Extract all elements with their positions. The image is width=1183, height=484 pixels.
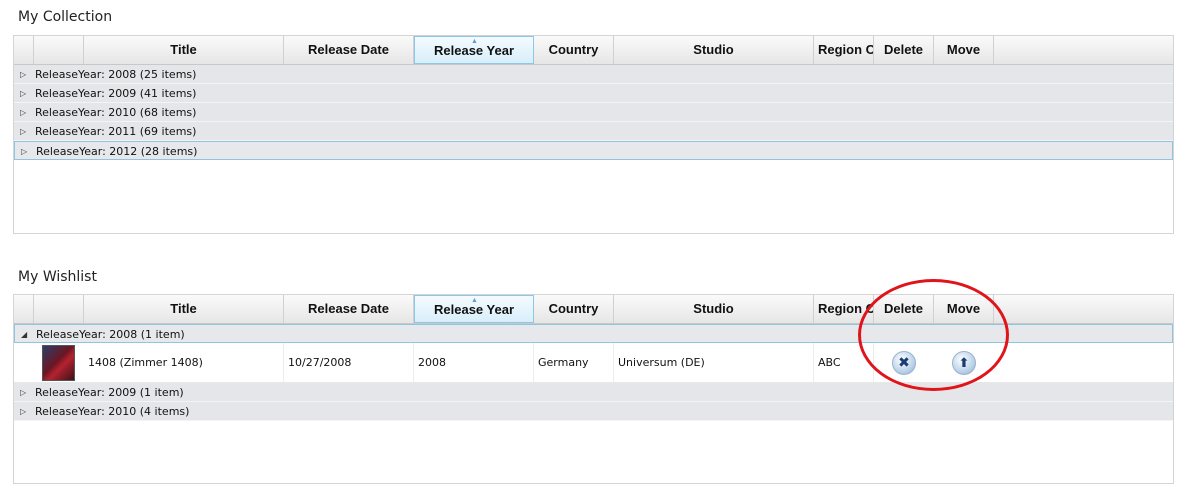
- collection-title: My Collection: [18, 9, 113, 25]
- column-header-region[interactable]: Region C: [814, 295, 874, 323]
- cell-studio: Universum (DE): [614, 343, 814, 383]
- expand-triangle-icon[interactable]: ▷: [20, 122, 26, 141]
- collection-grid: Title Release Date ▲ Release Year Countr…: [13, 35, 1174, 234]
- collection-header: Title Release Date ▲ Release Year Countr…: [14, 36, 1173, 65]
- header-image-cell: [34, 36, 84, 64]
- group-row-selected[interactable]: ▷ ReleaseYear: 2012 (28 items): [14, 141, 1173, 160]
- column-header-release-date[interactable]: Release Date: [284, 36, 414, 64]
- column-header-studio[interactable]: Studio: [614, 36, 814, 64]
- group-label: ReleaseYear: 2008 (25 items): [35, 68, 197, 81]
- movie-cover-thumbnail: [42, 345, 75, 381]
- group-label: ReleaseYear: 2009 (41 items): [35, 87, 197, 100]
- group-label: ReleaseYear: 2010 (4 items): [35, 405, 190, 418]
- group-label: ReleaseYear: 2009 (1 item): [35, 386, 184, 399]
- column-header-country[interactable]: Country: [534, 36, 614, 64]
- group-label: ReleaseYear: 2011 (69 items): [35, 125, 197, 138]
- delete-x-icon: ✖: [898, 355, 910, 371]
- column-header-region[interactable]: Region C: [814, 36, 874, 64]
- header-image-cell: [34, 295, 84, 323]
- expand-triangle-icon[interactable]: ▷: [20, 103, 26, 122]
- column-header-title[interactable]: Title: [84, 295, 284, 323]
- header-indent-cell: [14, 295, 34, 323]
- column-header-delete[interactable]: Delete: [874, 295, 934, 323]
- group-label: ReleaseYear: 2012 (28 items): [36, 145, 198, 158]
- expand-triangle-icon[interactable]: ▷: [21, 142, 27, 161]
- column-header-title[interactable]: Title: [84, 36, 284, 64]
- group-row[interactable]: ▷ ReleaseYear: 2008 (25 items): [14, 65, 1173, 84]
- cell-region: ABC: [814, 343, 874, 383]
- cell-release-date: 10/27/2008: [284, 343, 414, 383]
- wishlist-grid: Title Release Date ▲ Release Year Countr…: [13, 294, 1174, 484]
- table-row[interactable]: 1408 (Zimmer 1408) 10/27/2008 2008 Germa…: [14, 343, 1173, 383]
- column-header-release-year[interactable]: ▲ Release Year: [414, 295, 534, 323]
- delete-button[interactable]: ✖: [892, 351, 916, 375]
- expand-triangle-icon[interactable]: ▷: [20, 402, 26, 421]
- group-row-expanded[interactable]: ◢ ReleaseYear: 2008 (1 item): [14, 324, 1173, 343]
- column-header-country[interactable]: Country: [534, 295, 614, 323]
- column-header-move[interactable]: Move: [934, 295, 994, 323]
- cell-release-year: 2008: [414, 343, 534, 383]
- group-row[interactable]: ▷ ReleaseYear: 2011 (69 items): [14, 122, 1173, 141]
- sort-ascending-icon: ▲: [471, 297, 478, 304]
- collapse-triangle-icon[interactable]: ◢: [21, 325, 27, 344]
- wishlist-title: My Wishlist: [18, 269, 97, 285]
- group-row[interactable]: ▷ ReleaseYear: 2009 (1 item): [14, 383, 1173, 402]
- expand-triangle-icon[interactable]: ▷: [20, 65, 26, 84]
- cell-title: 1408 (Zimmer 1408): [84, 343, 284, 383]
- expand-triangle-icon[interactable]: ▷: [20, 84, 26, 103]
- column-header-release-date[interactable]: Release Date: [284, 295, 414, 323]
- group-label: ReleaseYear: 2010 (68 items): [35, 106, 197, 119]
- wishlist-header: Title Release Date ▲ Release Year Countr…: [14, 295, 1173, 324]
- group-row[interactable]: ▷ ReleaseYear: 2010 (68 items): [14, 103, 1173, 122]
- move-button[interactable]: ⬆: [952, 351, 976, 375]
- group-row[interactable]: ▷ ReleaseYear: 2009 (41 items): [14, 84, 1173, 103]
- cell-country: Germany: [534, 343, 614, 383]
- column-header-move[interactable]: Move: [934, 36, 994, 64]
- column-header-studio[interactable]: Studio: [614, 295, 814, 323]
- header-indent-cell: [14, 36, 34, 64]
- sort-ascending-icon: ▲: [471, 38, 478, 45]
- group-label: ReleaseYear: 2008 (1 item): [36, 328, 185, 341]
- expand-triangle-icon[interactable]: ▷: [20, 383, 26, 402]
- column-header-release-year[interactable]: ▲ Release Year: [414, 36, 534, 64]
- move-up-arrow-icon: ⬆: [958, 355, 970, 371]
- column-header-delete[interactable]: Delete: [874, 36, 934, 64]
- group-row[interactable]: ▷ ReleaseYear: 2010 (4 items): [14, 402, 1173, 421]
